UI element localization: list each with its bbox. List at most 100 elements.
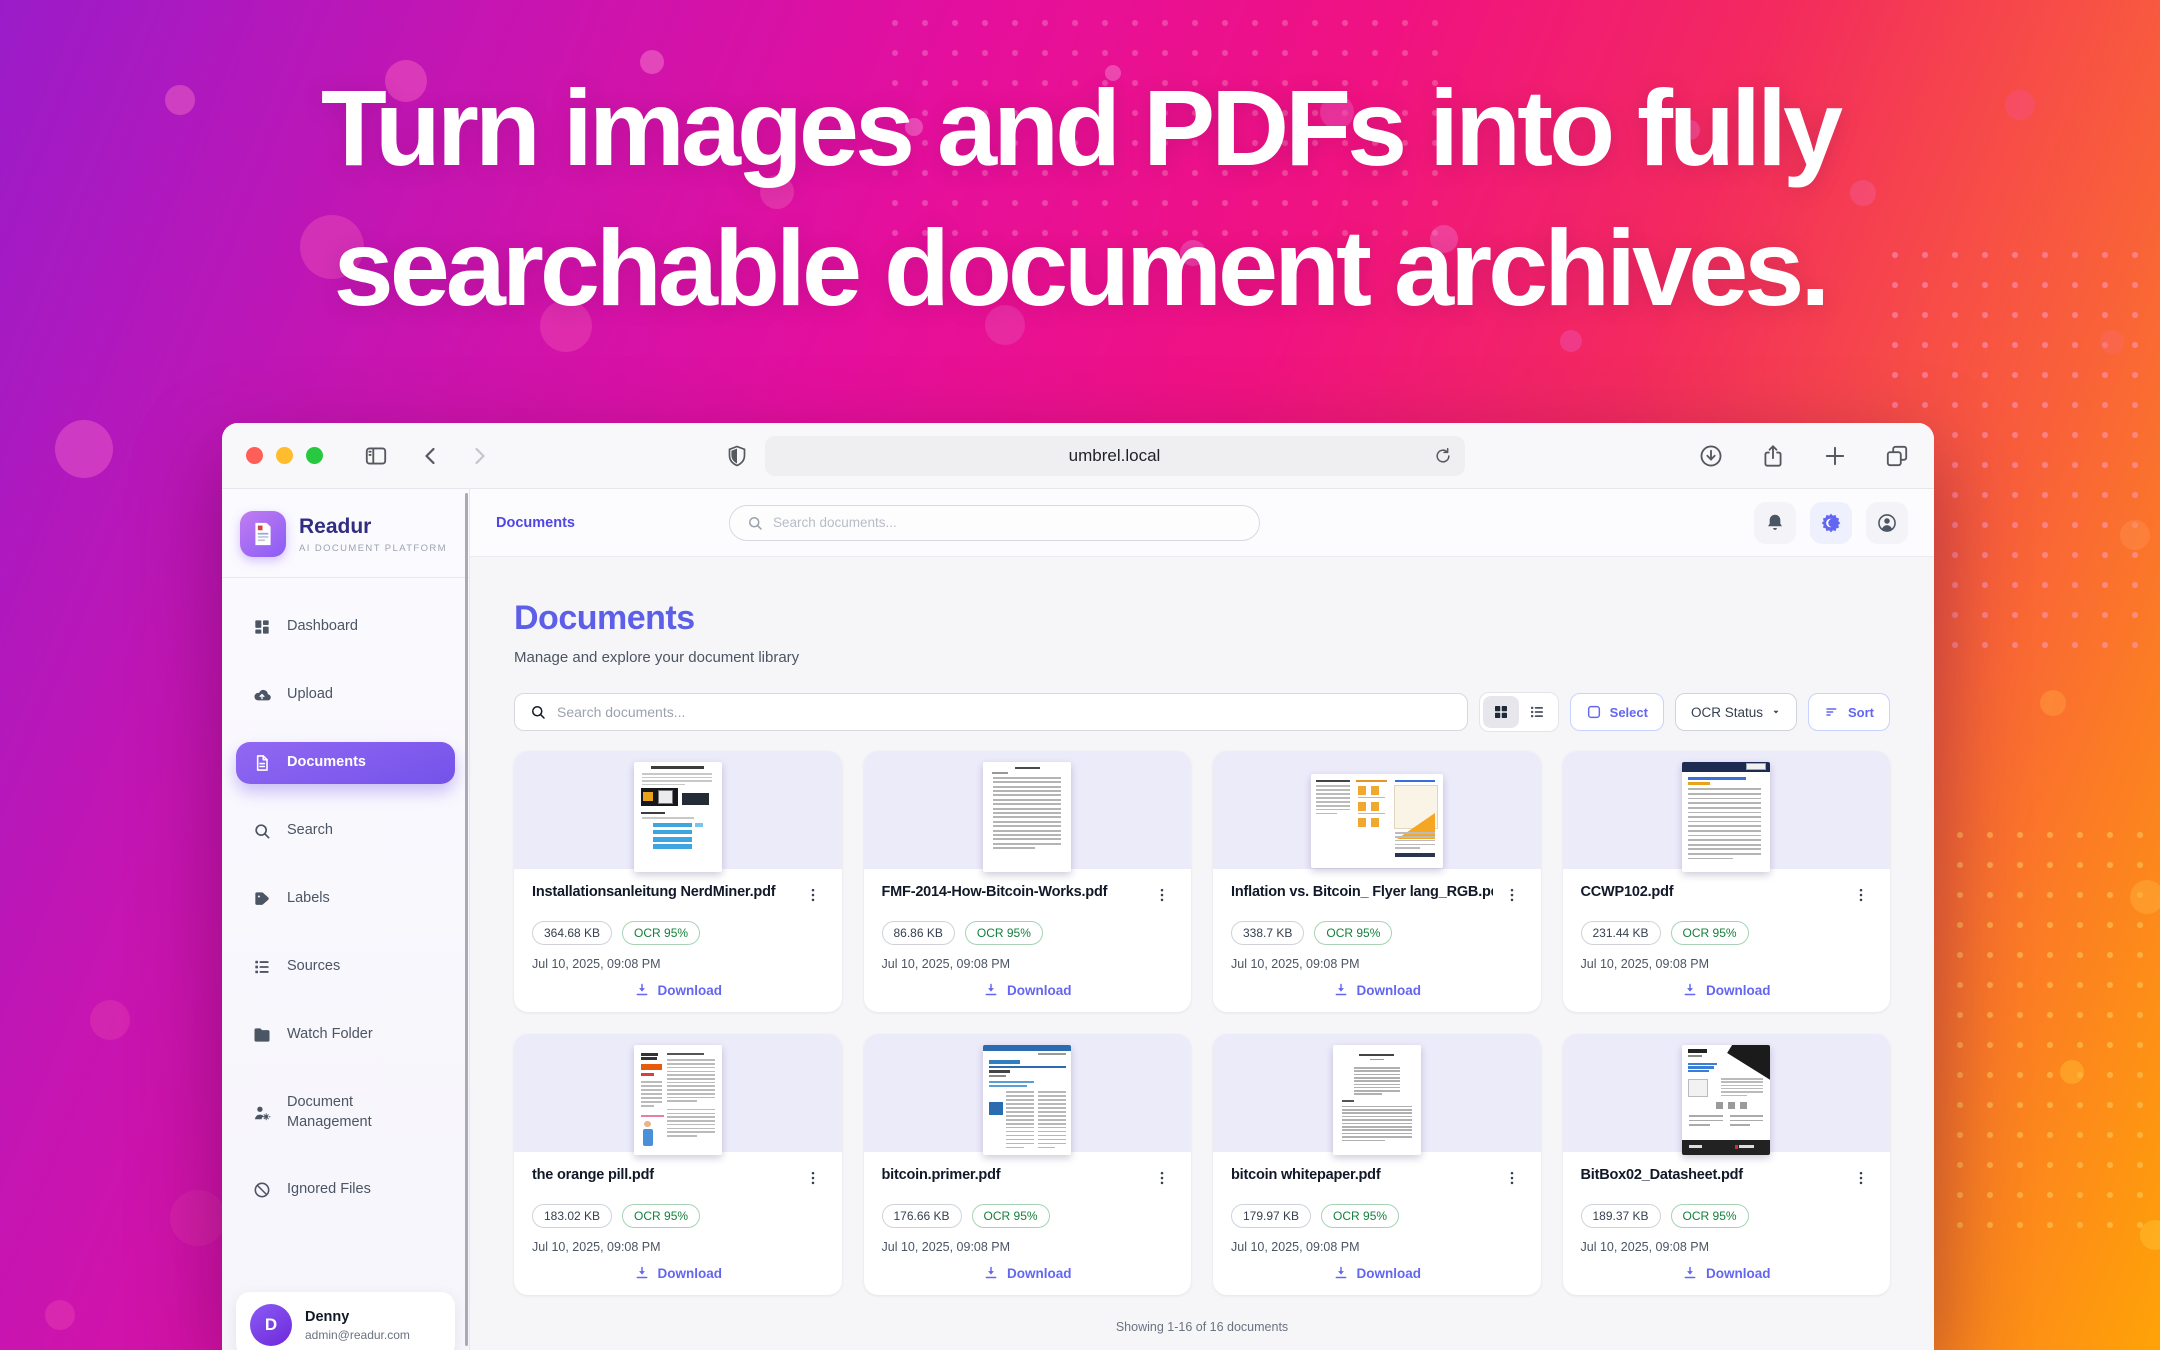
download-link[interactable]: Download (634, 982, 723, 998)
documents-search[interactable] (514, 693, 1468, 731)
document-card[interactable]: bitcoin.primer.pdf 176.66 KB OCR 95% Jul… (864, 1034, 1192, 1295)
download-label: Download (1007, 983, 1072, 998)
sidebar-item-search[interactable]: Search (236, 810, 455, 852)
sidebar-item-watch-folder[interactable]: Watch Folder (236, 1014, 455, 1056)
document-thumbnail[interactable] (514, 751, 842, 869)
document-thumbnail[interactable] (1213, 751, 1541, 869)
header-search-input[interactable] (773, 515, 1243, 530)
document-preview-page (634, 1045, 722, 1155)
documents-toolbar: Select OCR Status Sort (514, 692, 1890, 732)
document-menu-button[interactable] (1850, 884, 1872, 909)
sort-button[interactable]: Sort (1808, 693, 1890, 731)
document-date: Jul 10, 2025, 09:08 PM (532, 957, 824, 971)
download-link[interactable]: Download (1682, 982, 1771, 998)
forward-button[interactable] (467, 444, 491, 468)
document-menu-button[interactable] (802, 1167, 824, 1192)
download-link[interactable]: Download (634, 1265, 723, 1281)
document-thumbnail[interactable] (1563, 751, 1891, 869)
share-button[interactable] (1760, 443, 1786, 469)
sidebar-item-labels[interactable]: Labels (236, 878, 455, 920)
download-link[interactable]: Download (983, 982, 1072, 998)
document-title[interactable]: bitcoin whitepaper.pdf (1231, 1167, 1493, 1183)
notifications-button[interactable] (1754, 502, 1796, 544)
ocr-status-filter[interactable]: OCR Status (1675, 693, 1797, 731)
list-view-button[interactable] (1519, 696, 1555, 728)
document-card[interactable]: BitBox02_Datasheet.pdf 189.37 KB OCR 95%… (1563, 1034, 1891, 1295)
minimize-button[interactable] (276, 447, 293, 464)
sidebar-toggle-button[interactable] (363, 443, 389, 469)
account-button[interactable] (1866, 502, 1908, 544)
document-title[interactable]: Installationsanleitung NerdMiner.pdf (532, 884, 794, 900)
document-thumbnail[interactable] (1563, 1034, 1891, 1152)
shield-icon (725, 444, 749, 468)
url-text[interactable]: umbrel.local (1069, 446, 1161, 466)
results-count: Showing 1-16 of 16 documents (514, 1320, 1890, 1334)
document-title[interactable]: bitcoin.primer.pdf (882, 1167, 1144, 1183)
document-menu-button[interactable] (1501, 1167, 1523, 1192)
back-button[interactable] (419, 444, 443, 468)
share-icon (1760, 443, 1786, 469)
reload-button[interactable] (1433, 446, 1453, 466)
grid-view-button[interactable] (1483, 696, 1519, 728)
document-menu-button[interactable] (802, 884, 824, 909)
kebab-icon (1852, 886, 1870, 904)
breadcrumb[interactable]: Documents (496, 515, 575, 531)
download-icon (634, 1265, 650, 1281)
zoom-button[interactable] (306, 447, 323, 464)
document-title[interactable]: the orange pill.pdf (532, 1167, 794, 1183)
documents-page: Documents Manage and explore your docume… (470, 557, 1934, 1350)
download-link[interactable]: Download (1682, 1265, 1771, 1281)
document-thumbnail[interactable] (514, 1034, 842, 1152)
document-card[interactable]: Installationsanleitung NerdMiner.pdf 364… (514, 751, 842, 1012)
new-tab-button[interactable] (1822, 443, 1848, 469)
document-card[interactable]: FMF-2014-How-Bitcoin-Works.pdf 86.86 KB … (864, 751, 1192, 1012)
tab-overview-button[interactable] (1884, 443, 1910, 469)
document-badges: 231.44 KB OCR 95% (1581, 921, 1873, 945)
watch-folder-icon (252, 1025, 272, 1045)
header-search[interactable] (729, 505, 1260, 541)
document-title[interactable]: CCWP102.pdf (1581, 884, 1843, 900)
background-dot (2130, 880, 2160, 914)
user-card[interactable]: D Denny admin@readur.com (236, 1292, 455, 1350)
user-name: Denny (305, 1309, 410, 1325)
select-button[interactable]: Select (1570, 693, 1664, 731)
sidebar-item-document-management[interactable]: Document Management (236, 1082, 455, 1143)
background-dot (55, 420, 113, 478)
documents-search-input[interactable] (557, 704, 1453, 720)
document-menu-button[interactable] (1501, 884, 1523, 909)
document-menu-button[interactable] (1151, 1167, 1173, 1192)
document-card[interactable]: the orange pill.pdf 183.02 KB OCR 95% Ju… (514, 1034, 842, 1295)
document-card[interactable]: bitcoin whitepaper.pdf 179.97 KB OCR 95%… (1213, 1034, 1541, 1295)
document-menu-button[interactable] (1151, 884, 1173, 909)
privacy-shield-button[interactable] (725, 444, 749, 468)
document-card[interactable]: Inflation vs. Bitcoin_ Flyer lang_RGB.pd… (1213, 751, 1541, 1012)
downloads-button[interactable] (1698, 443, 1724, 469)
download-icon (1333, 982, 1349, 998)
document-card[interactable]: CCWP102.pdf 231.44 KB OCR 95% Jul 10, 20… (1563, 751, 1891, 1012)
sidebar-item-dashboard[interactable]: Dashboard (236, 606, 455, 648)
document-thumbnail[interactable] (864, 1034, 1192, 1152)
sidebar-item-documents[interactable]: Documents (236, 742, 455, 784)
theme-toggle-button[interactable] (1810, 502, 1852, 544)
document-title[interactable]: FMF-2014-How-Bitcoin-Works.pdf (882, 884, 1144, 900)
document-title[interactable]: BitBox02_Datasheet.pdf (1581, 1167, 1843, 1183)
download-link[interactable]: Download (983, 1265, 1072, 1281)
browser-actions (1698, 443, 1910, 469)
hero-line-2: searchable document archives. (0, 198, 2160, 338)
sidebar-item-upload[interactable]: Upload (236, 674, 455, 716)
document-thumbnail[interactable] (864, 751, 1192, 869)
sidebar-item-sources[interactable]: Sources (236, 946, 455, 988)
document-thumbnail[interactable] (1213, 1034, 1541, 1152)
document-menu-button[interactable] (1850, 1167, 1872, 1192)
close-button[interactable] (246, 447, 263, 464)
download-link[interactable]: Download (1333, 1265, 1422, 1281)
document-title[interactable]: Inflation vs. Bitcoin_ Flyer lang_RGB.pd… (1231, 884, 1493, 900)
sidebar-scrollbar[interactable] (465, 493, 468, 1346)
document-badges: 364.68 KB OCR 95% (532, 921, 824, 945)
address-bar[interactable]: umbrel.local (765, 436, 1465, 476)
search-icon (529, 703, 547, 721)
page-title: Documents (514, 599, 1890, 638)
reload-icon (1433, 446, 1453, 466)
sidebar-item-ignored-files[interactable]: Ignored Files (236, 1169, 455, 1211)
download-link[interactable]: Download (1333, 982, 1422, 998)
